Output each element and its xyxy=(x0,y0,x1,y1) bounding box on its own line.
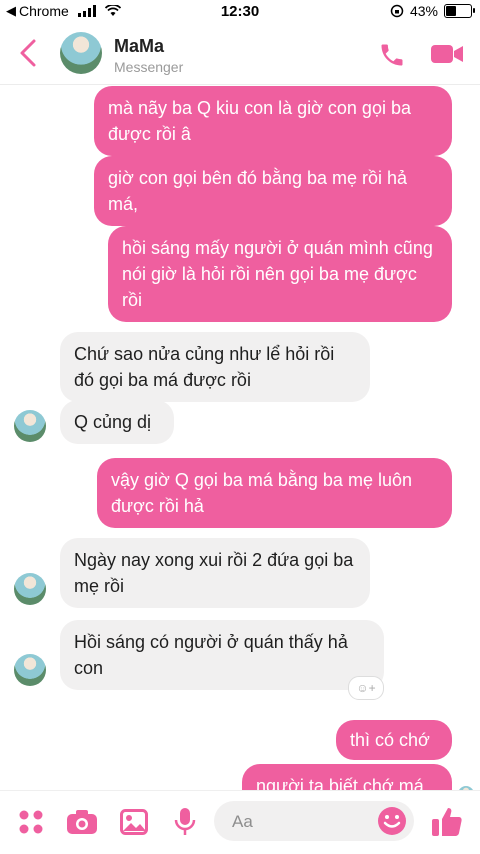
message-thread[interactable]: mà nãy ba Q kiu con là giờ con gọi ba đư… xyxy=(0,84,480,790)
message-input[interactable]: Aa xyxy=(214,801,414,841)
four-dots-icon[interactable] xyxy=(18,809,44,835)
sender-avatar[interactable] xyxy=(14,573,46,605)
rotation-lock-icon xyxy=(390,4,404,18)
chevron-left-icon[interactable] xyxy=(18,38,38,68)
message-bubble-outgoing[interactable]: vậy giờ Q gọi ba má bằng ba mẹ luôn được… xyxy=(97,458,452,528)
battery-percent: 43% xyxy=(409,3,438,19)
message-bubble-outgoing[interactable]: người ta biết chớ má xyxy=(242,764,452,790)
sender-avatar[interactable] xyxy=(14,654,46,686)
message-bubble-incoming[interactable]: Chứ sao nửa củng như lể hỏi rồi đó gọi b… xyxy=(60,332,370,402)
status-bar: ◀ Chrome 12:30 43% xyxy=(0,0,480,24)
message-input-placeholder: Aa xyxy=(232,812,253,831)
contact-subtitle: Messenger xyxy=(114,59,184,75)
battery-icon xyxy=(444,4,475,18)
message-bubble-outgoing[interactable]: hồi sáng mấy người ở quán mình cũng nói … xyxy=(108,226,452,322)
thumbs-up-icon[interactable] xyxy=(430,805,464,839)
contact-name[interactable]: MaMa xyxy=(114,36,164,57)
microphone-icon[interactable] xyxy=(174,807,196,837)
message-bubble-incoming[interactable]: Ngày nay xong xui rồi 2 đứa gọi ba mẹ rồ… xyxy=(60,538,370,608)
video-camera-icon[interactable] xyxy=(430,41,464,67)
chat-header: MaMa Messenger xyxy=(0,24,480,85)
sender-avatar[interactable] xyxy=(14,410,46,442)
phone-icon[interactable] xyxy=(378,41,406,69)
message-bubble-outgoing[interactable]: giờ con gọi bên đó bằng ba mẹ rồi hả má, xyxy=(94,156,452,226)
image-icon[interactable] xyxy=(120,809,148,835)
camera-icon[interactable] xyxy=(66,809,98,835)
add-reaction-button[interactable]: ☺+ xyxy=(348,676,384,700)
contact-avatar[interactable] xyxy=(60,32,102,74)
message-bubble-outgoing[interactable]: thì có chớ xyxy=(336,720,452,760)
message-bubble-incoming[interactable]: Hồi sáng có người ở quán thấy hả con xyxy=(60,620,384,690)
message-bubble-incoming[interactable]: Q củng dị xyxy=(60,400,174,444)
smiley-icon[interactable] xyxy=(376,805,408,837)
message-bubble-outgoing[interactable]: mà nãy ba Q kiu con là giờ con gọi ba đư… xyxy=(94,86,452,156)
message-composer: Aa xyxy=(0,790,480,854)
smiley-plus-icon: ☺+ xyxy=(356,681,376,695)
